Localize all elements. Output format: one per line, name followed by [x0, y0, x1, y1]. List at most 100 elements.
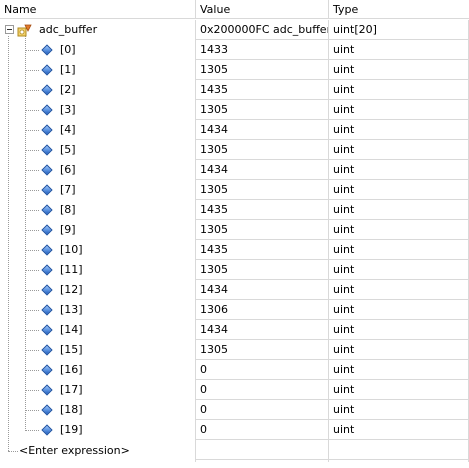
tree-connector [25, 210, 39, 211]
array-element-icon [41, 324, 53, 336]
array-element-row[interactable]: [9] 1305 uint [0, 220, 469, 240]
array-element-row[interactable]: [5] 1305 uint [0, 140, 469, 160]
array-element-icon [41, 304, 53, 316]
element-type: uint [333, 123, 355, 136]
array-element-icon [41, 344, 53, 356]
variable-type: uint[20] [333, 23, 377, 36]
array-element-row[interactable]: [3] 1305 uint [0, 100, 469, 120]
column-header-name[interactable]: Name [0, 0, 195, 19]
array-element-row[interactable]: [10] 1435 uint [0, 240, 469, 260]
array-element-row[interactable]: [13] 1306 uint [0, 300, 469, 320]
tree-connector [25, 430, 39, 431]
element-value[interactable]: 1305 [200, 100, 328, 120]
element-value[interactable]: 1305 [200, 220, 328, 240]
column-header-value[interactable]: Value [196, 0, 328, 19]
enter-expression-row[interactable]: <Enter expression> [0, 441, 469, 461]
element-value[interactable]: 1434 [200, 120, 328, 140]
array-element-row[interactable]: [12] 1434 uint [0, 280, 469, 300]
collapse-toggle-icon[interactable] [5, 25, 14, 34]
tree-connector [25, 130, 39, 131]
variable-name: adc_buffer [39, 23, 98, 36]
array-element-icon [41, 44, 53, 56]
column-header: Name Value Type [0, 0, 469, 19]
array-element-row[interactable]: [6] 1434 uint [0, 160, 469, 180]
array-element-row[interactable]: [17] 0 uint [0, 380, 469, 400]
array-element-icon [41, 244, 53, 256]
array-element-icon [41, 384, 53, 396]
element-index: [12] [60, 283, 83, 296]
array-element-row[interactable]: [16] 0 uint [0, 360, 469, 380]
tree-connector [25, 190, 39, 191]
tree-connector [25, 50, 39, 51]
enter-expression-input[interactable]: <Enter expression> [19, 441, 189, 461]
array-element-row[interactable]: [11] 1305 uint [0, 260, 469, 280]
element-value[interactable]: 1306 [200, 300, 328, 320]
element-value[interactable]: 1305 [200, 340, 328, 360]
variable-value[interactable]: 0x200000FC adc_buffer [200, 20, 328, 40]
array-element-row[interactable]: [14] 1434 uint [0, 320, 469, 340]
array-element-row[interactable]: [8] 1435 uint [0, 200, 469, 220]
element-type: uint [333, 143, 355, 156]
element-index: [15] [60, 343, 83, 356]
tree-connector [25, 410, 39, 411]
tree-row-root[interactable]: adc_buffer 0x200000FC adc_buffer uint[20… [0, 20, 469, 40]
tree-connector [25, 390, 39, 391]
element-index: [9] [60, 223, 76, 236]
array-element-icon [41, 84, 53, 96]
element-index: [0] [60, 43, 76, 56]
element-type: uint [333, 263, 355, 276]
array-element-row[interactable]: [0] 1433 uint [0, 40, 469, 60]
tree-connector [25, 330, 39, 331]
array-element-icon [41, 264, 53, 276]
element-type: uint [333, 323, 355, 336]
column-header-type[interactable]: Type [329, 0, 469, 19]
element-type: uint [333, 363, 355, 376]
element-value[interactable]: 1434 [200, 160, 328, 180]
element-index: [11] [60, 263, 83, 276]
array-element-icon [41, 204, 53, 216]
element-type: uint [333, 303, 355, 316]
element-index: [16] [60, 363, 83, 376]
array-element-row[interactable]: [1] 1305 uint [0, 60, 469, 80]
element-type: uint [333, 183, 355, 196]
element-index: [10] [60, 243, 83, 256]
element-value[interactable]: 1305 [200, 260, 328, 280]
element-value[interactable]: 1434 [200, 280, 328, 300]
tree-connector [25, 70, 39, 71]
array-element-row[interactable]: [4] 1434 uint [0, 120, 469, 140]
element-type: uint [333, 83, 355, 96]
tree-connector [25, 350, 39, 351]
element-value[interactable]: 0 [200, 420, 328, 440]
element-type: uint [333, 103, 355, 116]
variable-struct-icon [17, 24, 32, 37]
element-value[interactable]: 1435 [200, 200, 328, 220]
element-value[interactable]: 1305 [200, 180, 328, 200]
element-value[interactable]: 1435 [200, 240, 328, 260]
array-element-row[interactable]: [18] 0 uint [0, 400, 469, 420]
element-value[interactable]: 1433 [200, 40, 328, 60]
element-index: [3] [60, 103, 76, 116]
element-value[interactable]: 1305 [200, 140, 328, 160]
element-value[interactable]: 1435 [200, 80, 328, 100]
element-index: [7] [60, 183, 76, 196]
array-element-icon [41, 284, 53, 296]
array-element-icon [41, 104, 53, 116]
element-value[interactable]: 0 [200, 360, 328, 380]
array-element-icon [41, 124, 53, 136]
element-value[interactable]: 1434 [200, 320, 328, 340]
array-element-icon [41, 164, 53, 176]
element-value[interactable]: 0 [200, 380, 328, 400]
element-type: uint [333, 283, 355, 296]
element-value[interactable]: 1305 [200, 60, 328, 80]
tree-connector [25, 310, 39, 311]
tree-connector [25, 170, 39, 171]
array-element-row[interactable]: [19] 0 uint [0, 420, 469, 440]
element-index: [13] [60, 303, 83, 316]
element-value[interactable]: 0 [200, 400, 328, 420]
array-element-icon [41, 404, 53, 416]
array-element-icon [41, 364, 53, 376]
array-element-row[interactable]: [15] 1305 uint [0, 340, 469, 360]
array-element-row[interactable]: [7] 1305 uint [0, 180, 469, 200]
element-index: [5] [60, 143, 76, 156]
array-element-row[interactable]: [2] 1435 uint [0, 80, 469, 100]
